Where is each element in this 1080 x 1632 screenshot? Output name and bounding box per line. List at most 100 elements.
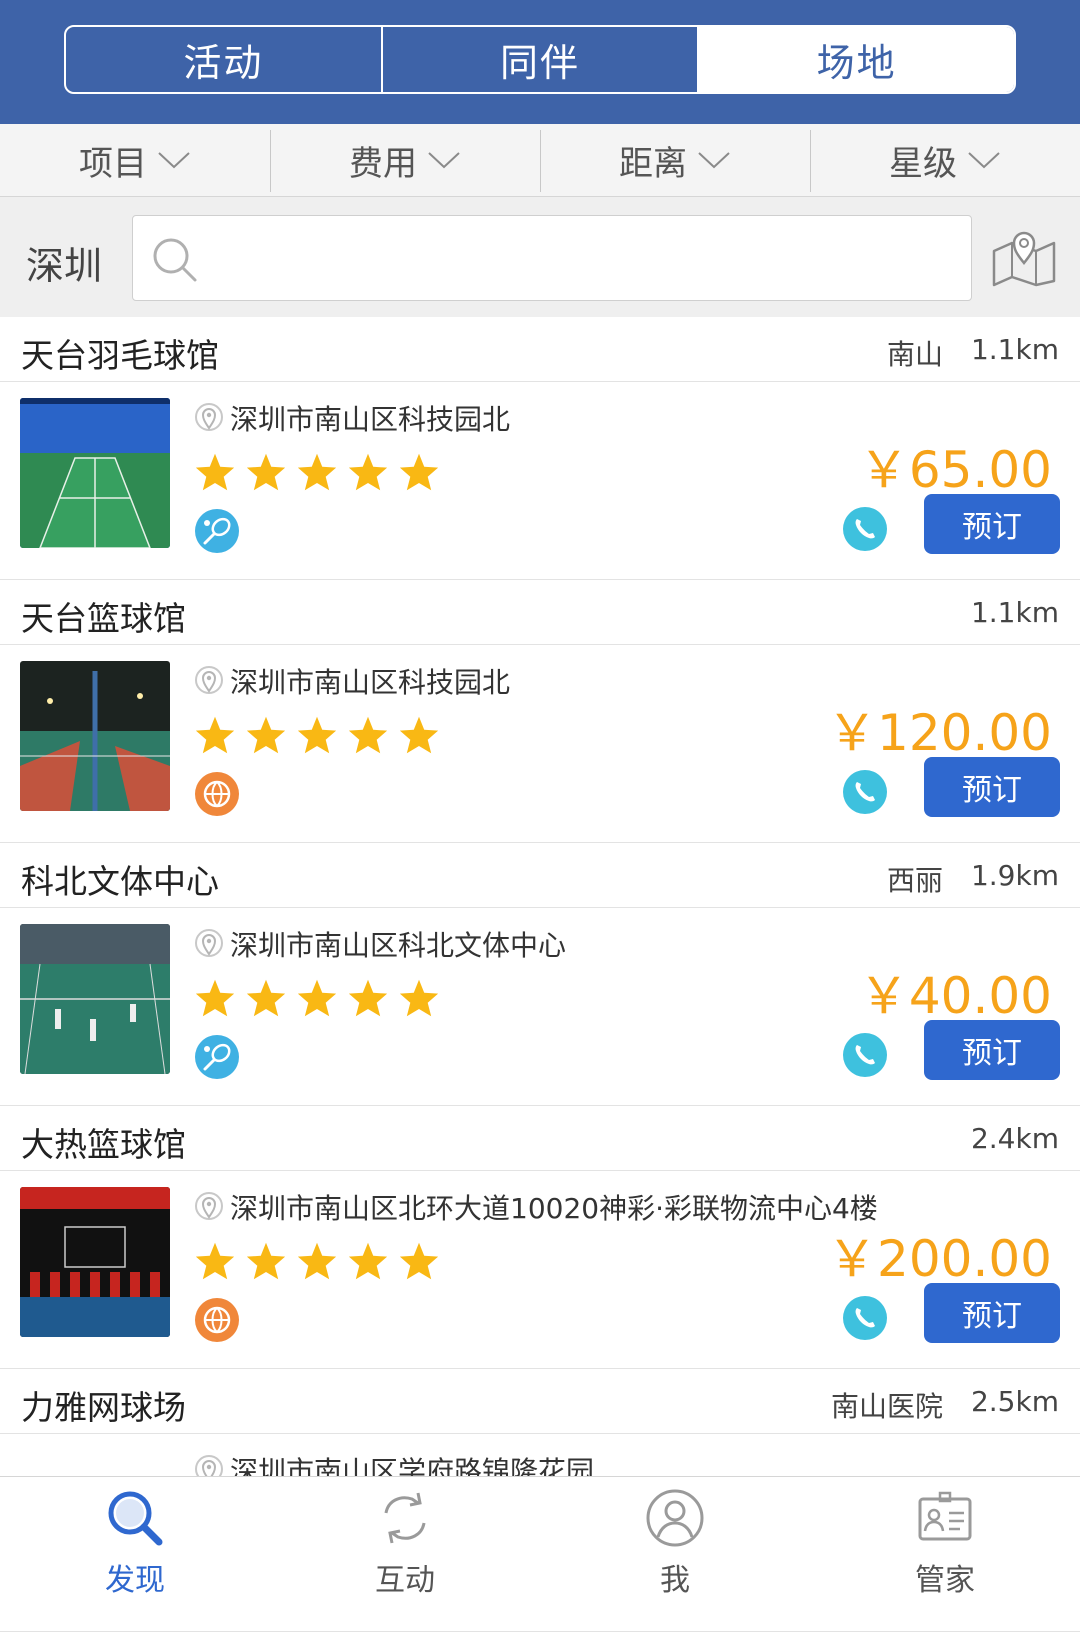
nav-me[interactable]: 我 bbox=[540, 1477, 810, 1616]
segmented-control: 活动 同伴 场地 bbox=[64, 25, 1016, 94]
venue-meta: 2.4km bbox=[943, 1122, 1059, 1155]
nav-manager[interactable]: 管家 bbox=[810, 1477, 1080, 1616]
location-pin-icon bbox=[195, 1192, 223, 1220]
venue-photo bbox=[20, 398, 170, 548]
filter-cost-label: 费用 bbox=[349, 143, 417, 184]
star-icon bbox=[348, 1242, 388, 1280]
filter-sport[interactable]: 项目 bbox=[0, 124, 270, 196]
star-icon bbox=[399, 979, 439, 1017]
nav-discover-label: 发现 bbox=[105, 1563, 165, 1598]
nav-me-label: 我 bbox=[660, 1563, 690, 1598]
venue-photo bbox=[20, 924, 170, 1074]
nav-discover[interactable]: 发现 bbox=[0, 1477, 270, 1616]
venue-address-text: 深圳市南山区北环大道10020神彩·彩联物流中心4楼 bbox=[230, 1192, 878, 1225]
nav-interact[interactable]: 互动 bbox=[270, 1477, 540, 1616]
star-icon bbox=[297, 1242, 337, 1280]
venue-address: 深圳市南山区科技园北 bbox=[194, 661, 510, 701]
venue-meta: 1.1km bbox=[943, 596, 1059, 629]
basketball-icon bbox=[195, 772, 239, 816]
venue-header[interactable]: 天台篮球馆 1.1km bbox=[0, 580, 1080, 645]
filter-rating[interactable]: 星级 bbox=[810, 124, 1080, 196]
basketball-icon bbox=[195, 1298, 239, 1342]
star-rating bbox=[194, 715, 440, 755]
venue-meta: 西丽 1.9km bbox=[887, 859, 1059, 899]
nav-interact-label: 互动 bbox=[375, 1563, 435, 1598]
book-button[interactable]: 预订 bbox=[924, 1283, 1060, 1343]
filter-distance-label: 距离 bbox=[619, 143, 687, 184]
filter-bar: 项目 费用 距离 星级 bbox=[0, 124, 1080, 197]
nav-manager-label: 管家 bbox=[915, 1563, 975, 1598]
venue-address-text: 深圳市南山区科北文体中心 bbox=[230, 929, 567, 962]
city-selector[interactable]: 深圳 bbox=[26, 235, 102, 290]
venue-meta: 南山 1.1km bbox=[887, 333, 1059, 373]
venue-price: ￥120.00 bbox=[827, 704, 1052, 762]
phone-icon[interactable] bbox=[842, 769, 888, 815]
venue-card[interactable]: 深圳市南山区科技园北 ￥120.00 预订 bbox=[0, 645, 1080, 843]
venue-photo bbox=[20, 661, 170, 811]
venue-name: 天台羽毛球馆 bbox=[21, 336, 219, 375]
venue-header[interactable]: 天台羽毛球馆 南山 1.1km bbox=[0, 317, 1080, 382]
book-button[interactable]: 预订 bbox=[924, 1020, 1060, 1080]
filter-distance[interactable]: 距离 bbox=[540, 124, 810, 196]
map-icon[interactable] bbox=[990, 225, 1058, 287]
chevron-down-icon bbox=[968, 152, 1000, 169]
venue-name: 力雅网球场 bbox=[21, 1388, 186, 1427]
bottom-nav: 发现 互动 我 管家 bbox=[0, 1476, 1080, 1616]
star-rating bbox=[194, 452, 440, 492]
tab-activities[interactable]: 活动 bbox=[66, 27, 381, 92]
venue-photo bbox=[20, 1187, 170, 1337]
star-rating bbox=[194, 978, 440, 1018]
star-icon bbox=[297, 979, 337, 1017]
venue-card[interactable]: 深圳市南山区科北文体中心 ￥40.00 预订 bbox=[0, 908, 1080, 1106]
phone-icon[interactable] bbox=[842, 506, 888, 552]
venue-header[interactable]: 科北文体中心 西丽 1.9km bbox=[0, 843, 1080, 908]
venue-name: 天台篮球馆 bbox=[21, 599, 186, 638]
phone-icon[interactable] bbox=[842, 1295, 888, 1341]
star-icon bbox=[399, 716, 439, 754]
tab-venues[interactable]: 场地 bbox=[697, 27, 1014, 92]
venue-price: ￥40.00 bbox=[858, 967, 1052, 1025]
badminton-icon bbox=[195, 509, 239, 553]
venue-address: 深圳市南山区北环大道10020神彩·彩联物流中心4楼 bbox=[194, 1187, 878, 1227]
star-icon bbox=[297, 453, 337, 491]
venue-area: 西丽 bbox=[886, 864, 943, 897]
chevron-down-icon bbox=[698, 152, 730, 169]
chevron-down-icon bbox=[158, 152, 190, 169]
venue-price: ￥65.00 bbox=[858, 441, 1052, 499]
venue-distance: 2.5km bbox=[970, 1385, 1059, 1418]
venue-card[interactable]: 深圳市南山区北环大道10020神彩·彩联物流中心4楼 ￥200.00 预订 bbox=[0, 1171, 1080, 1369]
book-button[interactable]: 预订 bbox=[924, 757, 1060, 817]
star-icon bbox=[348, 716, 388, 754]
star-icon bbox=[195, 1242, 235, 1280]
star-icon bbox=[399, 1242, 439, 1280]
venue-header[interactable]: 大热篮球馆 2.4km bbox=[0, 1106, 1080, 1171]
book-button[interactable]: 预订 bbox=[924, 494, 1060, 554]
location-pin-icon bbox=[195, 666, 223, 694]
star-icon bbox=[246, 453, 286, 491]
venue-address: 深圳市南山区科技园北 bbox=[194, 398, 510, 438]
star-icon bbox=[246, 1242, 286, 1280]
venue-distance: 2.4km bbox=[970, 1122, 1059, 1155]
venue-distance: 1.1km bbox=[970, 333, 1059, 366]
star-icon bbox=[399, 453, 439, 491]
filter-cost[interactable]: 费用 bbox=[270, 124, 540, 196]
badminton-icon bbox=[195, 1035, 239, 1079]
phone-icon[interactable] bbox=[842, 1032, 888, 1078]
venue-header[interactable]: 力雅网球场 南山医院 2.5km bbox=[0, 1369, 1080, 1434]
search-input[interactable] bbox=[203, 216, 957, 302]
venue-area: 南山医院 bbox=[830, 1390, 943, 1423]
filter-rating-label: 星级 bbox=[889, 143, 957, 184]
header-bar: 活动 同伴 场地 bbox=[0, 0, 1080, 124]
venue-price: ￥200.00 bbox=[827, 1230, 1052, 1288]
tab-companions[interactable]: 同伴 bbox=[380, 27, 698, 92]
location-pin-icon bbox=[195, 929, 223, 957]
venue-card[interactable]: 深圳市南山区科技园北 ￥65.00 预订 bbox=[0, 382, 1080, 580]
venue-address-text: 深圳市南山区科技园北 bbox=[230, 666, 511, 699]
sync-icon bbox=[384, 1492, 426, 1544]
venue-distance: 1.9km bbox=[970, 859, 1059, 892]
search-row: 深圳 bbox=[0, 197, 1080, 317]
star-icon bbox=[348, 453, 388, 491]
star-icon bbox=[246, 716, 286, 754]
search-box[interactable] bbox=[132, 215, 972, 302]
venue-meta: 南山医院 2.5km bbox=[831, 1385, 1059, 1425]
